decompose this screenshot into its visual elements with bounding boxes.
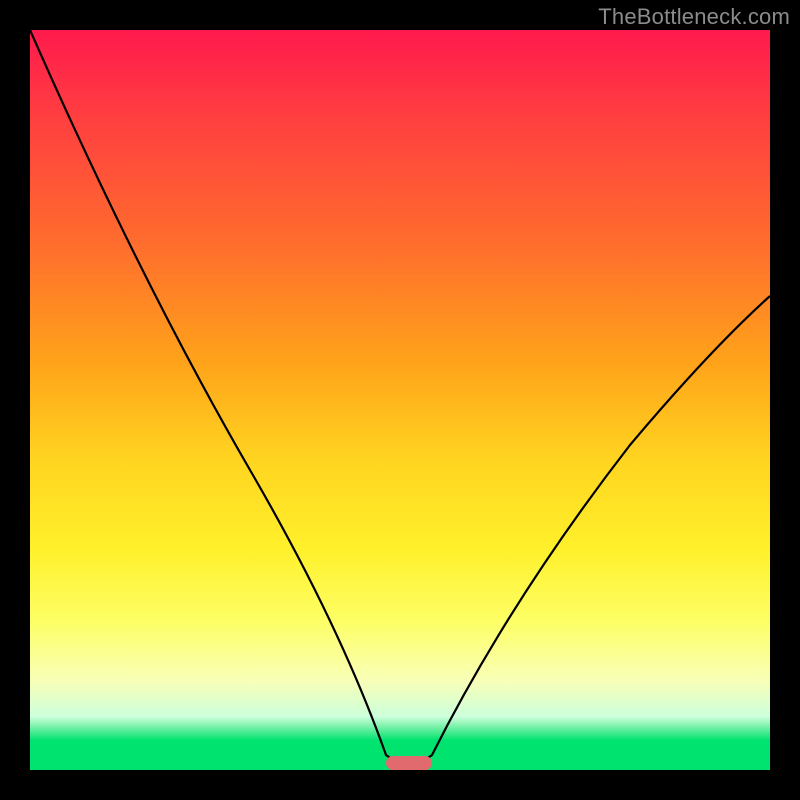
chart-frame: TheBottleneck.com [0, 0, 800, 800]
optimum-marker [386, 756, 432, 770]
curve-left-branch [30, 30, 408, 770]
chart-curve [30, 30, 770, 770]
chart-plot-area [30, 30, 770, 770]
watermark-text: TheBottleneck.com [598, 4, 790, 30]
curve-right-branch [410, 296, 770, 770]
